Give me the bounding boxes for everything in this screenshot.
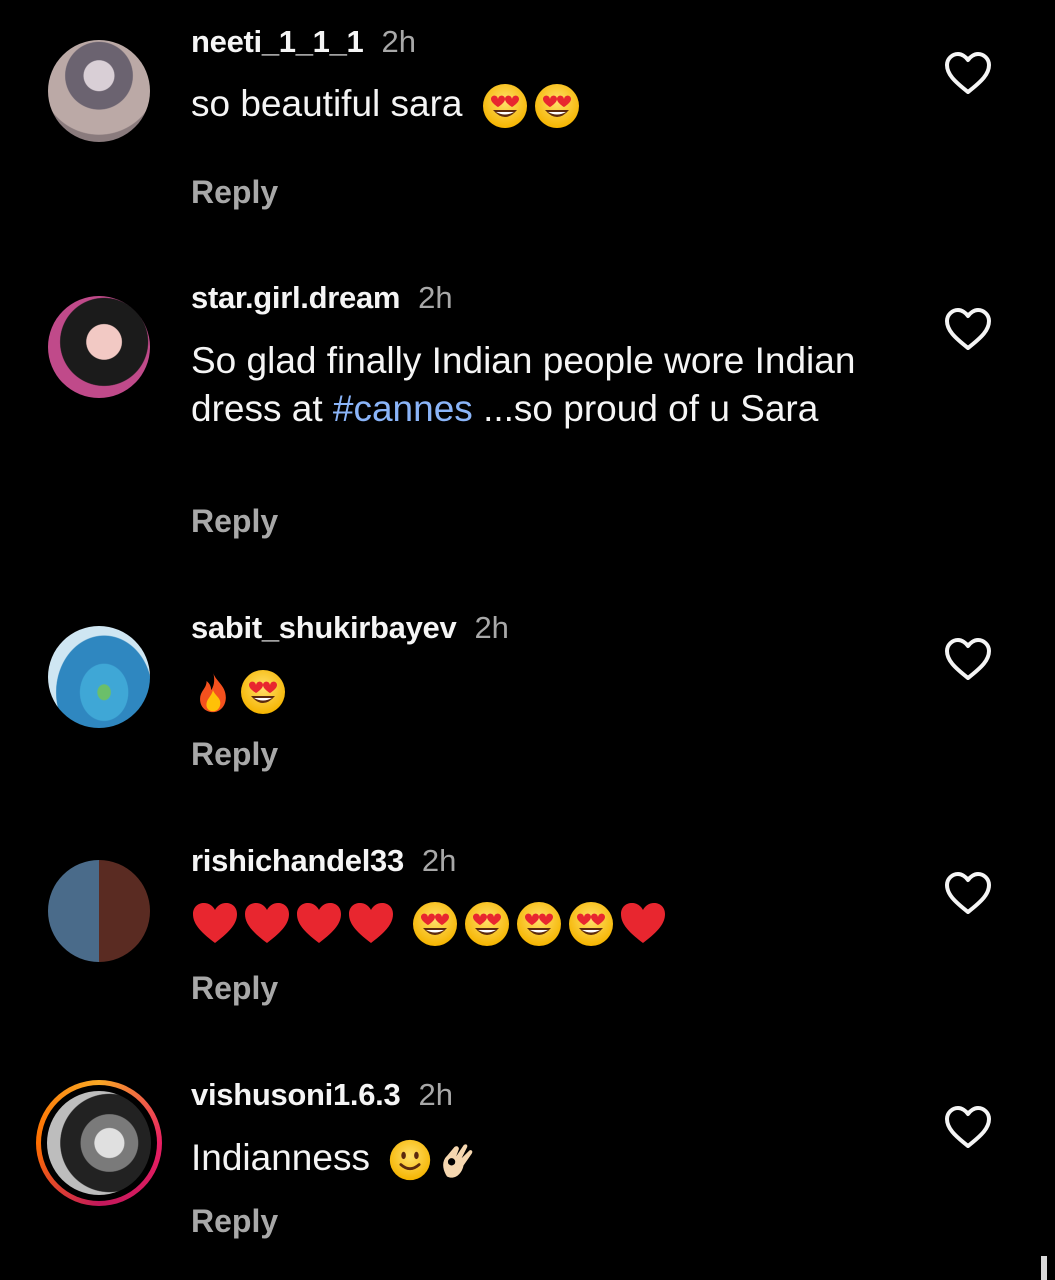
red-heart-emoji-icon [243, 900, 291, 948]
red-heart-emoji-icon [619, 900, 667, 948]
heart-eyes-emoji-icon [239, 668, 287, 716]
comment-text: so beautiful sara [191, 80, 891, 130]
comment-username[interactable]: sabit_shukirbayev [191, 610, 457, 645]
comment-username[interactable]: vishusoni1.6.3 [191, 1077, 401, 1112]
avatar-image [48, 626, 150, 728]
reply-button[interactable]: Reply [191, 736, 278, 773]
heart-outline-icon[interactable] [942, 868, 994, 920]
comment-meta: vishusoni1.6.3 2h [191, 1077, 453, 1113]
comment-username[interactable]: rishichandel33 [191, 843, 404, 878]
heart-outline-icon[interactable] [942, 304, 994, 356]
avatar-image [48, 40, 150, 142]
heart-outline-icon[interactable] [942, 48, 994, 100]
comment-text: So glad finally Indian people wore India… [191, 337, 891, 433]
red-heart-emoji-icon [347, 900, 395, 948]
avatar[interactable] [46, 858, 152, 964]
heart-eyes-emoji-icon [515, 900, 563, 948]
heart-eyes-emoji-icon [567, 900, 615, 948]
heart-eyes-emoji-icon [481, 82, 529, 130]
comment-text: Indianness [191, 1134, 891, 1182]
avatar-image [47, 1091, 151, 1195]
reply-button[interactable]: Reply [191, 970, 278, 1007]
comment-meta: sabit_shukirbayev 2h [191, 610, 509, 646]
reply-button[interactable]: Reply [191, 503, 278, 540]
ok-hand-emoji-icon [436, 1138, 480, 1182]
comment-time: 2h [381, 24, 416, 59]
comment-text [191, 666, 891, 716]
comment-username[interactable]: neeti_1_1_1 [191, 24, 364, 59]
story-ring-avatar[interactable] [36, 1080, 162, 1206]
heart-eyes-emoji-icon [463, 900, 511, 948]
comment-time: 2h [418, 280, 453, 315]
comment-time: 2h [418, 1077, 453, 1112]
comment-body: Indianness [191, 1137, 370, 1178]
reply-button[interactable]: Reply [191, 174, 278, 211]
slight-smile-emoji-icon [388, 1138, 432, 1182]
comment-body-end: ...so proud of u Sara [472, 388, 819, 429]
hashtag-link[interactable]: #cannes [333, 388, 473, 429]
heart-eyes-emoji-icon [533, 82, 581, 130]
red-heart-emoji-icon [295, 900, 343, 948]
comment-username[interactable]: star.girl.dream [191, 280, 400, 315]
comment-body: so beautiful sara [191, 83, 463, 124]
avatar[interactable] [46, 294, 152, 400]
heart-outline-icon[interactable] [942, 1102, 994, 1154]
comment-meta: star.girl.dream 2h [191, 280, 453, 316]
comment-meta: neeti_1_1_1 2h [191, 24, 416, 60]
red-heart-emoji-icon [191, 900, 239, 948]
comment-text [191, 898, 951, 948]
comment-meta: rishichandel33 2h [191, 843, 456, 879]
avatar[interactable] [46, 624, 152, 730]
avatar[interactable] [46, 38, 152, 144]
fire-emoji-icon [191, 670, 235, 714]
comment-time: 2h [421, 843, 457, 878]
heart-outline-icon[interactable] [942, 634, 994, 686]
avatar-image [48, 296, 150, 398]
reply-button[interactable]: Reply [191, 1203, 278, 1240]
heart-eyes-emoji-icon [411, 900, 459, 948]
avatar-image [48, 860, 150, 962]
scrollbar[interactable] [1041, 1256, 1047, 1280]
comment-time: 2h [474, 610, 509, 645]
